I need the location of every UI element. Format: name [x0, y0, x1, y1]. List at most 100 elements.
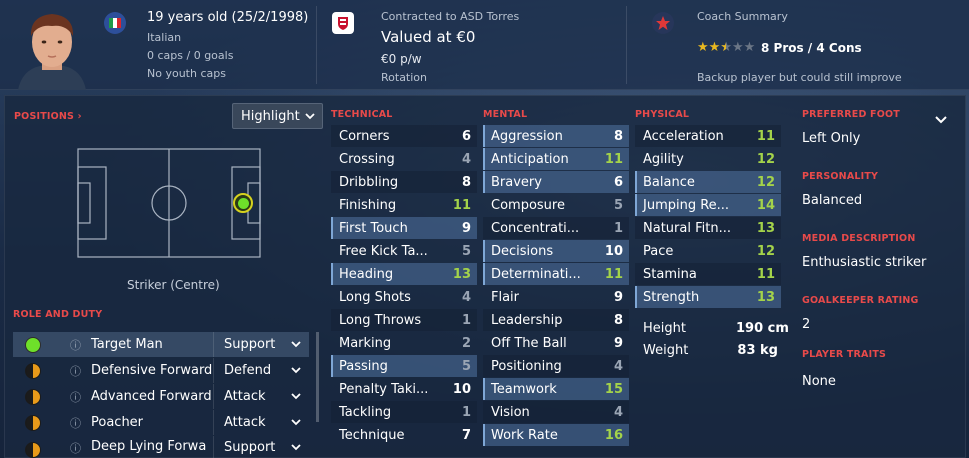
attribute-value: 14 [756, 197, 775, 213]
height-value: 190 cm [736, 321, 789, 336]
player-header: 19 years old (25/2/1998) Italian 0 caps … [0, 0, 969, 90]
attribute-row[interactable]: Bravery 6 [483, 171, 629, 193]
player-nationality: Italian [147, 31, 182, 44]
attribute-name: Teamwork [491, 381, 557, 397]
role-suitability-icon [25, 388, 41, 405]
attribute-row[interactable]: Technique 7 [331, 424, 477, 446]
attribute-row[interactable]: Crossing 4 [331, 148, 477, 170]
attribute-name: Finishing [339, 197, 397, 213]
personality-title: PERSONALITY [802, 171, 879, 182]
attribute-row[interactable]: Balance 12 [635, 171, 781, 193]
role-row[interactable]: ⓘ Target Man Support [13, 332, 309, 357]
attribute-name: Decisions [491, 243, 554, 259]
attribute-row[interactable]: Penalty Taki... 10 [331, 378, 477, 400]
attribute-name: Balance [643, 174, 695, 190]
positions-title[interactable]: POSITIONS › [14, 111, 82, 122]
attribute-row[interactable]: Dribbling 8 [331, 171, 477, 193]
attribute-row[interactable]: Decisions 10 [483, 240, 629, 262]
attribute-row[interactable]: Aggression 8 [483, 125, 629, 147]
attribute-value: 6 [613, 174, 623, 190]
role-suitability-icon [25, 414, 41, 431]
duty-select[interactable]: Attack [213, 384, 309, 409]
attribute-row[interactable]: Tackling 1 [331, 401, 477, 423]
attribute-row[interactable]: Composure 5 [483, 194, 629, 216]
attribute-value: 7 [461, 427, 471, 443]
role-name: Poacher [91, 415, 144, 430]
role-row[interactable]: ⓘ Poacher Attack [13, 410, 309, 435]
attribute-value: 15 [604, 381, 623, 397]
attribute-row[interactable]: Vision 4 [483, 401, 629, 423]
role-row[interactable]: ⓘ Defensive Forward Defend [13, 358, 309, 383]
player-value: Valued at €0 [381, 28, 476, 46]
attribute-row[interactable]: Teamwork 15 [483, 378, 629, 400]
attribute-row[interactable]: Leadership 8 [483, 309, 629, 331]
attribute-row[interactable]: Determinati... 11 [483, 263, 629, 285]
chevron-down-icon[interactable] [935, 113, 947, 128]
attribute-row[interactable]: Strength 13 [635, 286, 781, 308]
attribute-row[interactable]: Long Shots 4 [331, 286, 477, 308]
attribute-value: 9 [613, 335, 623, 351]
attribute-row[interactable]: Corners 6 [331, 125, 477, 147]
contract-text[interactable]: Contracted to ASD Torres [381, 10, 519, 23]
attribute-value: 13 [452, 266, 471, 282]
attribute-row[interactable]: Long Throws 1 [331, 309, 477, 331]
star-empty-icon: ★ [731, 40, 744, 55]
attribute-value: 1 [461, 404, 471, 420]
role-suitability-icon [25, 362, 41, 379]
attribute-row[interactable]: Finishing 11 [331, 194, 477, 216]
weight-label: Weight [643, 343, 689, 358]
attribute-value: 4 [461, 289, 471, 305]
player-traits-title: PLAYER TRAITS [802, 349, 887, 360]
attribute-name: Technique [339, 427, 405, 443]
media-description-title: MEDIA DESCRIPTION [802, 233, 916, 244]
info-icon[interactable]: ⓘ [70, 363, 81, 379]
info-icon[interactable]: ⓘ [70, 440, 81, 456]
attribute-name: First Touch [339, 220, 408, 236]
preferred-foot-value: Left Only [802, 131, 861, 146]
attribute-row[interactable]: Pace 12 [635, 240, 781, 262]
attribute-value: 11 [756, 128, 775, 144]
attribute-row[interactable]: Off The Ball 9 [483, 332, 629, 354]
attribute-name: Anticipation [491, 151, 569, 167]
chevron-down-icon [291, 389, 301, 404]
duty-select[interactable]: Attack [213, 410, 309, 435]
role-row[interactable]: ⓘ Deep Lying Forwa Support [13, 436, 309, 458]
attribute-value: 11 [604, 151, 623, 167]
attribute-value: 5 [461, 358, 471, 374]
attribute-row[interactable]: Passing 5 [331, 355, 477, 377]
position-marker-striker[interactable] [233, 193, 253, 213]
role-row[interactable]: ⓘ Advanced Forward Attack [13, 384, 309, 409]
attribute-name: Passing [339, 358, 388, 374]
info-icon[interactable]: ⓘ [70, 389, 81, 405]
attribute-name: Corners [339, 128, 390, 144]
attribute-name: Tackling [339, 404, 392, 420]
attribute-row[interactable]: Jumping Re... 14 [635, 194, 781, 216]
position-pitch [72, 147, 266, 263]
info-icon[interactable]: ⓘ [70, 337, 81, 353]
attribute-value: 4 [461, 151, 471, 167]
attribute-row[interactable]: Anticipation 11 [483, 148, 629, 170]
duty-select[interactable]: Support [213, 436, 309, 458]
attribute-row[interactable]: Flair 9 [483, 286, 629, 308]
attribute-row[interactable]: Natural Fitn... 13 [635, 217, 781, 239]
attribute-name: Penalty Taki... [339, 381, 429, 397]
attribute-value: 9 [613, 289, 623, 305]
attribute-row[interactable]: Positioning 4 [483, 355, 629, 377]
position-view-select[interactable]: Highlight [232, 103, 323, 129]
pros-cons[interactable]: 8 Pros / 4 Cons [761, 41, 862, 55]
attribute-row[interactable]: Free Kick Ta... 5 [331, 240, 477, 262]
attribute-row[interactable]: Work Rate 16 [483, 424, 629, 446]
duty-select[interactable]: Support [213, 332, 309, 357]
attribute-row[interactable]: First Touch 9 [331, 217, 477, 239]
roles-scrollbar[interactable] [316, 332, 319, 422]
attribute-row[interactable]: Stamina 11 [635, 263, 781, 285]
duty-select[interactable]: Defend [213, 358, 309, 383]
attribute-name: Long Throws [339, 312, 422, 328]
attribute-row[interactable]: Marking 2 [331, 332, 477, 354]
info-icon[interactable]: ⓘ [70, 415, 81, 431]
attribute-row[interactable]: Acceleration 11 [635, 125, 781, 147]
attribute-row[interactable]: Heading 13 [331, 263, 477, 285]
attribute-row[interactable]: Agility 12 [635, 148, 781, 170]
club-crest-icon[interactable] [332, 12, 354, 34]
attribute-row[interactable]: Concentrati... 1 [483, 217, 629, 239]
